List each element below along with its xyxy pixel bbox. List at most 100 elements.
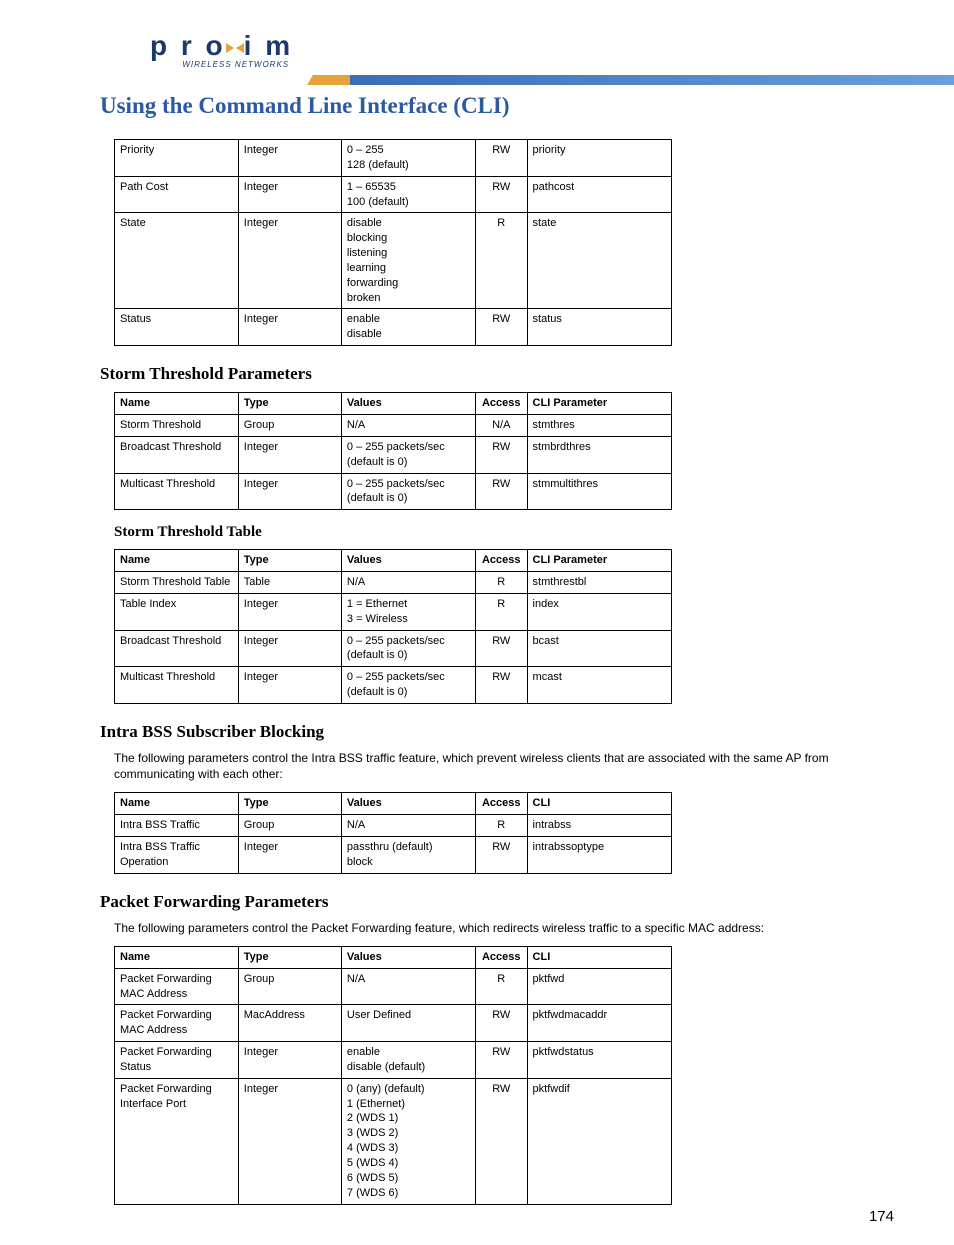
cell-name: State (115, 213, 239, 309)
table-row: Multicast ThresholdInteger0 – 255 packet… (115, 667, 672, 704)
table-packet-fwd: Name Type Values Access CLI Packet Forwa… (114, 946, 672, 1205)
table-row: StateIntegerdisableblockinglisteninglear… (115, 213, 672, 309)
cell-values: N/A (341, 572, 475, 594)
col-type: Type (238, 946, 341, 968)
cell-access: R (475, 213, 527, 309)
col-type: Type (238, 550, 341, 572)
cell-type: Group (238, 968, 341, 1005)
table-header-row: Name Type Values Access CLI Parameter (115, 393, 672, 415)
heading-intra-bss: Intra BSS Subscriber Blocking (100, 722, 894, 742)
table-row: Packet Forwarding Interface PortInteger0… (115, 1078, 672, 1204)
table-header-row: Name Type Values Access CLI (115, 793, 672, 815)
cell-cli: stmmultithres (527, 473, 671, 510)
brand-logo: p r oi m (150, 30, 293, 62)
cell-cli: pktfwdif (527, 1078, 671, 1204)
cell-values: 0 – 255128 (default) (341, 140, 475, 177)
cell-name: Packet Forwarding MAC Address (115, 1005, 239, 1042)
cell-access: RW (475, 1078, 527, 1204)
page-title: Using the Command Line Interface (CLI) (100, 93, 894, 119)
cell-access: R (475, 572, 527, 594)
cell-cli: pktfwdmacaddr (527, 1005, 671, 1042)
cell-type: Integer (238, 140, 341, 177)
logo-arrow-icon (226, 39, 244, 57)
cell-access: RW (475, 176, 527, 213)
cell-type: Integer (238, 1078, 341, 1204)
cell-name: Status (115, 309, 239, 346)
cell-cli: intrabssoptype (527, 837, 671, 874)
cell-cli: priority (527, 140, 671, 177)
cell-cli: stmbrdthres (527, 436, 671, 473)
cell-access: RW (475, 630, 527, 667)
col-name: Name (115, 793, 239, 815)
cell-name: Storm Threshold (115, 414, 239, 436)
cell-values: 0 – 255 packets/sec(default is 0) (341, 473, 475, 510)
cell-type: Integer (238, 309, 341, 346)
cell-values: enabledisable (default) (341, 1042, 475, 1079)
col-name: Name (115, 550, 239, 572)
heading-storm-params: Storm Threshold Parameters (100, 364, 894, 384)
cell-name: Broadcast Threshold (115, 630, 239, 667)
cell-cli: pktfwd (527, 968, 671, 1005)
cell-values: 0 – 255 packets/sec(default is 0) (341, 630, 475, 667)
cell-name: Table Index (115, 593, 239, 630)
heading-storm-table: Storm Threshold Table (114, 524, 894, 541)
cell-access: R (475, 968, 527, 1005)
cell-type: Integer (238, 630, 341, 667)
table-row: Broadcast ThresholdInteger0 – 255 packet… (115, 436, 672, 473)
cell-type: Integer (238, 837, 341, 874)
cell-type: Table (238, 572, 341, 594)
cell-values: 0 (any) (default)1 (Ethernet)2 (WDS 1)3 … (341, 1078, 475, 1204)
intro-packet-fwd: The following parameters control the Pac… (114, 920, 894, 936)
table-row: Table IndexInteger1 = Ethernet3 = Wirele… (115, 593, 672, 630)
cell-name: Packet Forwarding MAC Address (115, 968, 239, 1005)
cell-type: Integer (238, 436, 341, 473)
cell-values: User Defined (341, 1005, 475, 1042)
cell-values: passthru (default)block (341, 837, 475, 874)
table-row: Storm Threshold TableTableN/ARstmthrestb… (115, 572, 672, 594)
table-row: StatusIntegerenabledisableRWstatus (115, 309, 672, 346)
cell-cli: state (527, 213, 671, 309)
table-row: Intra BSS TrafficGroupN/ARintrabss (115, 815, 672, 837)
table-row: PriorityInteger0 – 255128 (default)RWpri… (115, 140, 672, 177)
cell-cli: intrabss (527, 815, 671, 837)
col-access: Access (475, 393, 527, 415)
col-values: Values (341, 393, 475, 415)
cell-cli: stmthrestbl (527, 572, 671, 594)
col-type: Type (238, 393, 341, 415)
cell-values: 1 = Ethernet3 = Wireless (341, 593, 475, 630)
table-storm-table: Name Type Values Access CLI Parameter St… (114, 549, 672, 704)
cell-type: Integer (238, 473, 341, 510)
cell-values: 0 – 255 packets/sec(default is 0) (341, 667, 475, 704)
col-name: Name (115, 946, 239, 968)
cell-cli: pktfwdstatus (527, 1042, 671, 1079)
cell-values: disableblockinglisteninglearningforwardi… (341, 213, 475, 309)
col-access: Access (475, 550, 527, 572)
cell-name: Multicast Threshold (115, 667, 239, 704)
cell-type: Integer (238, 593, 341, 630)
cell-values: 1 – 65535100 (default) (341, 176, 475, 213)
table-storm-params: Name Type Values Access CLI Parameter St… (114, 392, 672, 510)
cell-access: RW (475, 436, 527, 473)
table-row: Broadcast ThresholdInteger0 – 255 packet… (115, 630, 672, 667)
table-header-row: Name Type Values Access CLI Parameter (115, 550, 672, 572)
cell-name: Packet Forwarding Interface Port (115, 1078, 239, 1204)
cell-name: Intra BSS Traffic Operation (115, 837, 239, 874)
table-row: Intra BSS Traffic OperationIntegerpassth… (115, 837, 672, 874)
cell-cli: stmthres (527, 414, 671, 436)
logo-block: p r oi m WIRELESS NETWORKS (150, 30, 293, 69)
heading-packet-fwd: Packet Forwarding Parameters (100, 892, 894, 912)
cell-access: RW (475, 473, 527, 510)
cell-name: Multicast Threshold (115, 473, 239, 510)
cell-values: 0 – 255 packets/sec(default is 0) (341, 436, 475, 473)
cell-values: enabledisable (341, 309, 475, 346)
header-banner: p r oi m WIRELESS NETWORKS (100, 30, 894, 85)
cell-type: Group (238, 414, 341, 436)
cell-values: N/A (341, 968, 475, 1005)
cell-access: RW (475, 1005, 527, 1042)
cell-type: Group (238, 815, 341, 837)
table-top: PriorityInteger0 – 255128 (default)RWpri… (114, 139, 672, 346)
cell-access: R (475, 815, 527, 837)
col-values: Values (341, 793, 475, 815)
cell-type: Integer (238, 1042, 341, 1079)
col-values: Values (341, 550, 475, 572)
